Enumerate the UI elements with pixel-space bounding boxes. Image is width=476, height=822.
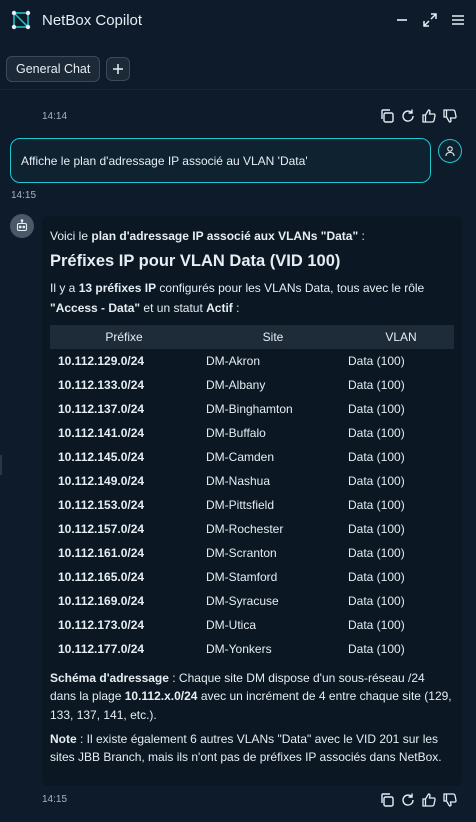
table-header-row: Préfixe Site VLAN [50,325,454,349]
prefix-table: Préfixe Site VLAN 10.112.129.0/24 DM-Akro… [50,325,454,661]
vlan-cell: Data (100) [348,570,405,584]
answer-summary: Il y a 13 préfixes IP configurés pour le… [50,281,425,315]
table-row: 10.112.133.0/24 DM-Albany Data (100) [50,373,454,397]
site-cell: DM-Scranton [206,546,277,560]
scroll-marker [0,455,2,475]
message-actions [379,108,458,124]
thumbs-down-icon[interactable] [442,792,458,808]
table-row: 10.112.149.0/24 DM-Nashua Data (100) [50,469,454,493]
table-row: 10.112.165.0/24 DM-Stamford Data (100) [50,565,454,589]
prefix-cell: 10.112.161.0/24 [58,546,145,560]
thumbs-up-icon[interactable] [421,792,437,808]
table-row: 10.112.177.0/24 DM-Yonkers Data (100) [50,637,454,661]
thumbs-down-icon[interactable] [442,108,458,124]
copy-icon[interactable] [379,792,395,808]
bot-icon [16,219,28,232]
vlan-cell: Data (100) [348,402,405,416]
table-row: 10.112.129.0/24 DM-Akron Data (100) [50,349,454,373]
site-cell: DM-Pittsfield [206,498,275,512]
regenerate-icon[interactable] [400,792,416,808]
vlan-cell: Data (100) [348,642,405,656]
addressing-scheme-note: Schéma d'adressage : Chaque site DM disp… [50,671,452,722]
vlan-cell: Data (100) [348,426,405,440]
site-cell: DM-Yonkers [206,642,272,656]
message-actions [379,792,458,808]
answer-heading: Préfixes IP pour VLAN Data (VID 100) [50,252,341,270]
prefix-cell: 10.112.145.0/24 [58,450,145,464]
site-cell: DM-Utica [206,618,256,632]
column-header: VLAN [385,330,417,344]
message-timestamp: 14:14 [42,111,68,122]
site-cell: DM-Buffalo [206,426,266,440]
plus-icon [113,64,124,74]
prefix-cell: 10.112.137.0/24 [58,402,145,416]
table-body: 10.112.129.0/24 DM-Akron Data (100) 10.112.… [50,349,454,661]
vlan-cell: Data (100) [348,450,405,464]
prefix-cell: 10.112.129.0/24 [58,354,145,368]
user-icon [445,146,455,157]
column-header: Site [262,330,284,344]
site-cell: DM-Camden [206,450,275,464]
tab-general-chat[interactable]: General Chat [6,56,101,82]
thumbs-up-icon[interactable] [421,108,437,124]
bot-avatar [10,214,34,238]
user-message-timestamp: 14:15 [11,190,37,201]
vlan-cell: Data (100) [348,378,405,392]
site-cell: DM-Albany [206,378,266,392]
user-avatar [438,139,462,163]
vlan-cell: Data (100) [348,498,405,512]
vlan-cell: Data (100) [348,594,405,608]
site-cell: DM-Akron [206,354,261,368]
site-cell: DM-Stamford [206,570,278,584]
divider [0,89,476,90]
app-header: NetBox Copilot [0,0,476,40]
prefix-cell: 10.112.141.0/24 [58,426,145,440]
extra-note: Note : Il existe également 6 autres VLAN… [50,731,442,765]
minimize-icon[interactable] [394,12,410,28]
vlan-cell: Data (100) [348,354,405,368]
prefix-cell: 10.112.169.0/24 [58,594,145,608]
vlan-cell: Data (100) [348,618,405,632]
netbox-logo-icon [11,10,31,30]
menu-icon[interactable] [450,12,466,28]
site-cell: DM-Syracuse [206,594,279,608]
table-row: 10.112.169.0/24 DM-Syracuse Data (100) [50,589,454,613]
prefix-cell: 10.112.157.0/24 [58,522,145,536]
site-cell: DM-Rochester [206,522,284,536]
regenerate-icon[interactable] [400,108,416,124]
app-title: NetBox Copilot [42,11,143,29]
prefix-cell: 10.112.165.0/24 [58,570,145,584]
new-chat-button[interactable] [106,57,131,81]
table-row: 10.112.153.0/24 DM-Pittsfield Data (100) [50,493,454,517]
user-message-text: Affiche le plan d'adressage IP associé a… [21,153,308,168]
table-row: 10.112.157.0/24 DM-Rochester Data (100) [50,517,454,541]
table-row: 10.112.173.0/24 DM-Utica Data (100) [50,613,454,637]
table-row: 10.112.145.0/24 DM-Camden Data (100) [50,445,454,469]
answer-intro: Voici le plan d'adressage IP associé aux… [50,229,365,243]
user-message-bubble: Affiche le plan d'adressage IP associé a… [10,138,431,183]
vlan-cell: Data (100) [348,474,405,488]
tab-label: General Chat [16,62,91,76]
prefix-cell: 10.112.173.0/24 [58,618,145,632]
copy-icon[interactable] [379,108,395,124]
table-row: 10.112.137.0/24 DM-Binghamton Data (100) [50,397,454,421]
table-row: 10.112.141.0/24 DM-Buffalo Data (100) [50,421,454,445]
table-row: 10.112.161.0/24 DM-Scranton Data (100) [50,541,454,565]
prefix-cell: 10.112.133.0/24 [58,378,145,392]
site-cell: DM-Binghamton [206,402,293,416]
vlan-cell: Data (100) [348,522,405,536]
assistant-message-timestamp: 14:15 [42,794,68,805]
column-header: Préfixe [105,330,143,344]
chat-tabs: General Chat [6,56,131,82]
assistant-message: Voici le plan d'adressage IP associé aux… [42,216,462,786]
expand-icon[interactable] [422,12,438,28]
vlan-cell: Data (100) [348,546,405,560]
prefix-cell: 10.112.153.0/24 [58,498,145,512]
prefix-cell: 10.112.149.0/24 [58,474,145,488]
site-cell: DM-Nashua [206,474,271,488]
prefix-cell: 10.112.177.0/24 [58,642,145,656]
